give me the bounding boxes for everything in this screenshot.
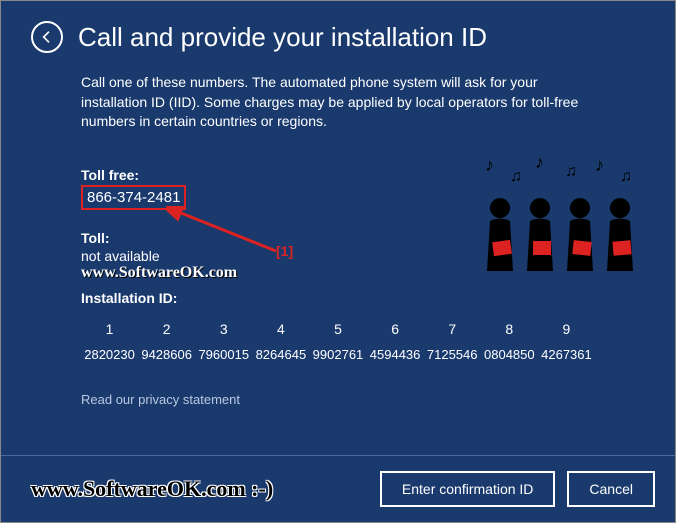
id-value: 2820230 bbox=[81, 342, 138, 367]
footer: Enter confirmation ID Cancel bbox=[1, 455, 675, 522]
id-col-header: 6 bbox=[367, 316, 424, 342]
svg-text:♪: ♪ bbox=[595, 156, 604, 175]
choir-illustration: ♪ ♫ ♪ ♫ ♪ ♫ bbox=[475, 156, 645, 286]
id-col-header: 4 bbox=[252, 316, 309, 342]
id-col-header: 8 bbox=[481, 316, 538, 342]
enter-confirmation-button[interactable]: Enter confirmation ID bbox=[380, 471, 556, 507]
svg-text:♪: ♪ bbox=[485, 156, 494, 175]
id-value: 9902761 bbox=[309, 342, 366, 367]
privacy-link[interactable]: Read our privacy statement bbox=[81, 392, 595, 407]
installation-id-label: Installation ID: bbox=[81, 290, 595, 306]
id-value: 0804850 bbox=[481, 342, 538, 367]
id-value: 4267361 bbox=[538, 342, 595, 367]
id-col-header: 7 bbox=[424, 316, 481, 342]
annotation-marker: [1] bbox=[276, 243, 293, 259]
description-text: Call one of these numbers. The automated… bbox=[81, 73, 595, 132]
page-title: Call and provide your installation ID bbox=[78, 22, 487, 53]
svg-text:♫: ♫ bbox=[510, 168, 522, 185]
id-col-header: 5 bbox=[309, 316, 366, 342]
id-col-header: 1 bbox=[81, 316, 138, 342]
toll-free-number: 866-374-2481 bbox=[81, 185, 186, 210]
id-value: 9428606 bbox=[138, 342, 195, 367]
id-value: 7125546 bbox=[424, 342, 481, 367]
svg-text:♫: ♫ bbox=[565, 163, 577, 180]
id-value: 7960015 bbox=[195, 342, 252, 367]
svg-text:♫: ♫ bbox=[620, 168, 632, 185]
installation-id-table: 1 2 3 4 5 6 7 8 9 2820230 9428606 796001… bbox=[81, 316, 595, 367]
id-col-header: 3 bbox=[195, 316, 252, 342]
cancel-button[interactable]: Cancel bbox=[567, 471, 655, 507]
arrow-left-icon bbox=[39, 29, 55, 45]
id-col-header: 2 bbox=[138, 316, 195, 342]
back-button[interactable] bbox=[31, 21, 63, 53]
id-value: 8264645 bbox=[252, 342, 309, 367]
svg-text:♪: ♪ bbox=[535, 156, 544, 172]
id-col-header: 9 bbox=[538, 316, 595, 342]
id-value: 4594436 bbox=[367, 342, 424, 367]
